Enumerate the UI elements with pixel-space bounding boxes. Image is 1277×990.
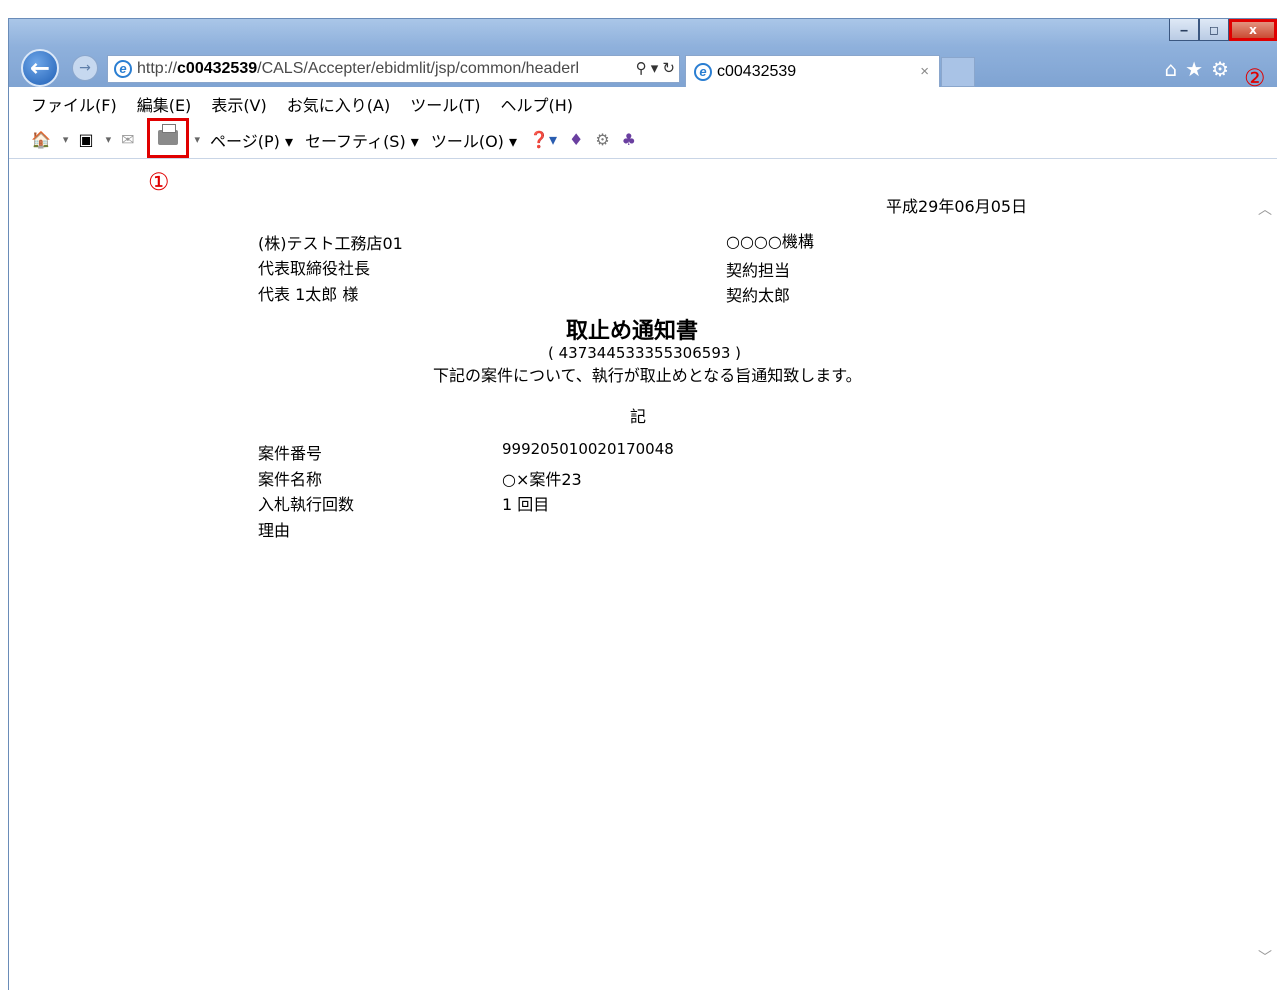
back-button[interactable]: ← [21, 49, 59, 87]
recipient-name: 代表 1太郎 様 [258, 285, 359, 304]
scroll-up-icon[interactable]: ︿ [1258, 199, 1272, 219]
title-bar: ‒ ◻ x ← → e http://c00432539/CALS/Accept… [9, 19, 1277, 87]
addon-icon[interactable]: ♦ [569, 130, 583, 149]
search-refresh-icons[interactable]: ⚲ ▾ ↻ [631, 59, 675, 77]
scroll-down-icon[interactable]: ﹀ [1258, 947, 1272, 967]
field-label-round: 入札執行回数 [258, 495, 355, 514]
field-label-number: 案件番号 [258, 444, 323, 463]
sender-title: 契約担当 [726, 261, 791, 280]
forward-arrow-icon: → [79, 60, 91, 76]
field-value-name: ○×案件23 [502, 470, 582, 489]
new-tab-button[interactable] [941, 57, 975, 87]
minimize-button[interactable]: ‒ [1169, 19, 1199, 41]
menu-favorites[interactable]: お気に入り(A) [287, 92, 390, 116]
menu-file[interactable]: ファイル(F) [31, 92, 117, 116]
recipient-title: 代表取締役社長 [258, 259, 371, 278]
gear-icon[interactable]: ⚙ [595, 130, 609, 149]
maximize-button[interactable]: ◻ [1199, 19, 1229, 41]
document-number: ( 437344533355306593 ) [548, 344, 742, 362]
menu-edit[interactable]: 編集(E) [137, 92, 192, 116]
close-button[interactable]: x [1229, 19, 1277, 41]
home-favorites-settings-icons[interactable]: ⌂★⚙ [1164, 57, 1237, 81]
menu-help[interactable]: ヘルプ(H) [500, 92, 573, 116]
recipient-company: (株)テスト工務店01 [258, 234, 403, 253]
feeds-icon[interactable]: ▣ [78, 130, 93, 149]
safety-menu[interactable]: セーフティ(S) ▾ [305, 128, 419, 152]
tools-menu[interactable]: ツール(O) ▾ [431, 128, 517, 152]
home-dropdown-icon[interactable]: ▾ [63, 133, 69, 146]
window-controls: ‒ ◻ x [1169, 19, 1277, 45]
ki-heading: 記 [630, 407, 647, 426]
url-path: /CALS/Accepter/ebidmlit/jsp/common/heade… [257, 60, 580, 77]
annotation-1: ① [148, 168, 170, 196]
menu-view[interactable]: 表示(V) [211, 92, 266, 116]
ie-page-icon: e [114, 60, 132, 78]
print-button[interactable] [146, 117, 189, 158]
field-value-round: 1 回目 [502, 495, 550, 514]
annotation-2: ② [1244, 64, 1266, 92]
document-lead: 下記の案件について、執行が取止めとなる旨通知致します。 [433, 366, 862, 385]
url-prefix: http:// [137, 60, 178, 77]
url-host: c00432539 [177, 60, 258, 77]
command-bar: 🏠 ▾ ▣ ▾ ✉ ▾ ページ(P) ▾ セーフティ(S) ▾ ツール(O) ▾… [9, 117, 1277, 159]
printer-icon [157, 124, 178, 145]
addon2-icon[interactable]: ♣ [622, 130, 636, 149]
tab-ie-icon: e [694, 62, 712, 81]
menu-bar: ファイル(F) 編集(E) 表示(V) お気に入り(A) ツール(T) ヘルプ(… [9, 87, 1277, 121]
document-date: 平成29年06月05日 [886, 197, 1028, 216]
back-arrow-icon: ← [29, 54, 51, 82]
page-menu[interactable]: ページ(P) ▾ [210, 128, 293, 152]
sender-org: ○○○○機構 [726, 232, 814, 251]
sender-name: 契約太郎 [726, 286, 791, 305]
feeds-dropdown-icon[interactable]: ▾ [106, 133, 112, 146]
browser-window: ‒ ◻ x ← → e http://c00432539/CALS/Accept… [8, 18, 1277, 990]
browser-tab[interactable]: e c00432539 × [685, 55, 940, 87]
print-dropdown-icon[interactable]: ▾ [195, 133, 201, 146]
page-content: ︿ ﹀ [21, 159, 1277, 990]
mail-icon[interactable]: ✉ [121, 130, 134, 149]
menu-tools[interactable]: ツール(T) [410, 92, 480, 116]
forward-button[interactable]: → [72, 55, 98, 81]
field-label-name: 案件名称 [258, 470, 323, 489]
field-value-number: 999205010020170048 [502, 440, 674, 458]
home-icon[interactable]: 🏠 [31, 130, 51, 149]
tab-title: c00432539 [717, 62, 797, 80]
document-title: 取止め通知書 [566, 319, 699, 344]
field-label-reason: 理由 [258, 521, 291, 540]
tab-close-icon[interactable]: × [920, 63, 929, 80]
help-icon[interactable]: ❓▾ [529, 130, 557, 149]
address-bar[interactable]: e http://c00432539/CALS/Accepter/ebidmli… [107, 55, 680, 83]
